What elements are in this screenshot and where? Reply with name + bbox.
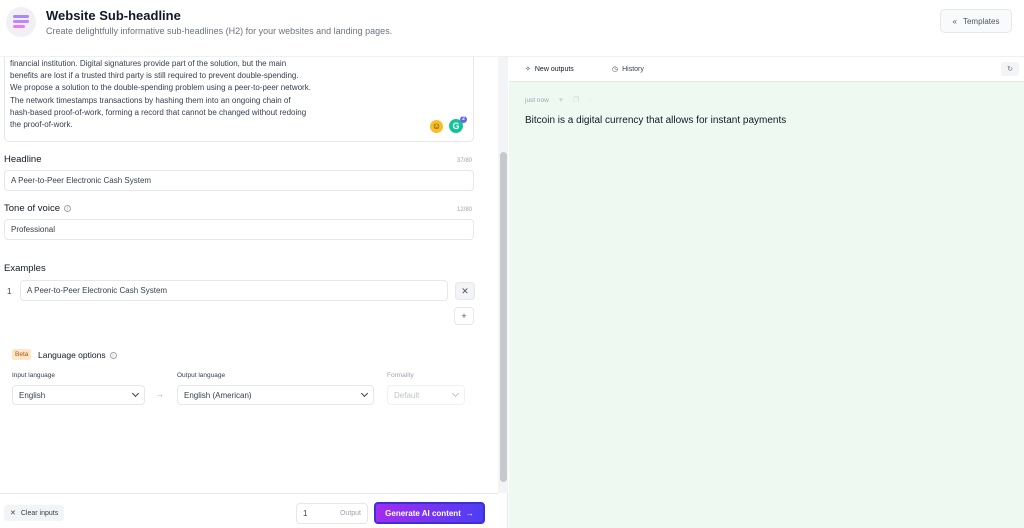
templates-button[interactable]: « Templates: [940, 9, 1012, 33]
input-language-select[interactable]: English: [12, 385, 145, 405]
refresh-button[interactable]: ↻: [1001, 62, 1019, 76]
emoji-icon[interactable]: ☺: [430, 120, 443, 133]
page-subtitle: Create delightfully informative sub-head…: [46, 26, 393, 36]
tab-new-outputs[interactable]: ✧ New outputs: [525, 65, 574, 74]
examples-label: Examples: [4, 263, 46, 274]
example-input[interactable]: A Peer-to-Peer Electronic Cash System: [20, 280, 448, 301]
tone-label: Tone of voice i: [4, 203, 71, 214]
output-count-input[interactable]: 1 Output: [296, 503, 368, 524]
copy-icon[interactable]: ❐: [573, 96, 579, 104]
output-count-label: Output: [339, 510, 361, 517]
tab-history[interactable]: ◷ History: [612, 65, 644, 74]
output-tabs: [509, 57, 1024, 82]
plus-icon: +: [461, 311, 467, 321]
clear-inputs-button[interactable]: ✕ Clear inputs: [4, 505, 65, 521]
language-options-title: Language options i: [38, 350, 117, 360]
output-count-value: 1: [303, 509, 308, 518]
clear-inputs-label: Clear inputs: [20, 509, 59, 517]
formality-value: Default: [394, 390, 420, 400]
page-title: Website Sub-headline: [46, 8, 181, 23]
remove-example-button[interactable]: ✕: [455, 282, 475, 300]
beta-badge: Beta: [12, 349, 32, 360]
headline-input[interactable]: A Peer-to-Peer Electronic Cash System: [4, 170, 474, 191]
sparkle-icon: ✧: [525, 66, 531, 73]
formality-label: Formality: [387, 372, 414, 379]
output-language-label: Output language: [177, 372, 226, 379]
generate-button[interactable]: Generate AI content →: [374, 502, 485, 524]
arrow-right-icon: →: [156, 390, 164, 399]
language-options-text: Language options: [38, 350, 106, 360]
add-example-button[interactable]: +: [454, 307, 474, 325]
output-timestamp: just now: [525, 96, 549, 104]
chevron-down-icon: [451, 389, 460, 398]
headline-label: Headline: [4, 154, 42, 165]
clock-icon: ◷: [612, 66, 619, 73]
template-logo-icon: [6, 7, 36, 37]
info-icon[interactable]: i: [63, 204, 71, 212]
generated-output-text[interactable]: Bitcoin is a digital currency that allow…: [525, 115, 786, 126]
scrollbar-thumb[interactable]: [500, 152, 507, 482]
output-area: [509, 82, 1024, 528]
chevron-down-icon: [360, 389, 369, 398]
example-number: 1: [7, 287, 12, 296]
tab-history-label: History: [622, 65, 644, 73]
input-language-value: English: [19, 390, 46, 400]
tab-new-outputs-label: New outputs: [534, 65, 574, 73]
chevron-down-icon: [131, 389, 140, 398]
tone-input[interactable]: Professional: [4, 219, 474, 240]
output-language-value: English (American): [184, 390, 252, 400]
heart-icon[interactable]: ♥: [559, 97, 563, 104]
formality-select[interactable]: Default: [387, 385, 465, 405]
description-text[interactable]: financial institution. Digital signature…: [10, 58, 350, 131]
more-icon[interactable]: ·: [589, 97, 591, 104]
generate-button-label: Generate AI content: [385, 508, 461, 518]
templates-button-label: Templates: [962, 16, 1000, 26]
output-meta: just now ♥ ❐ ·: [525, 96, 592, 105]
close-icon: ✕: [461, 285, 469, 296]
double-chevron-left-icon: «: [952, 16, 957, 26]
grammarly-icon[interactable]: G2: [449, 116, 467, 133]
grammarly-count: 2: [460, 116, 467, 123]
info-icon[interactable]: i: [109, 352, 117, 360]
output-language-select[interactable]: English (American): [177, 385, 374, 405]
headline-counter: 37/80: [457, 158, 473, 164]
close-icon: ✕: [10, 510, 16, 517]
input-language-label: Input language: [12, 372, 56, 379]
tone-counter: 12/80: [457, 207, 473, 213]
arrow-right-icon: →: [465, 508, 474, 518]
tone-label-text: Tone of voice: [4, 203, 60, 214]
refresh-icon: ↻: [1007, 66, 1013, 73]
